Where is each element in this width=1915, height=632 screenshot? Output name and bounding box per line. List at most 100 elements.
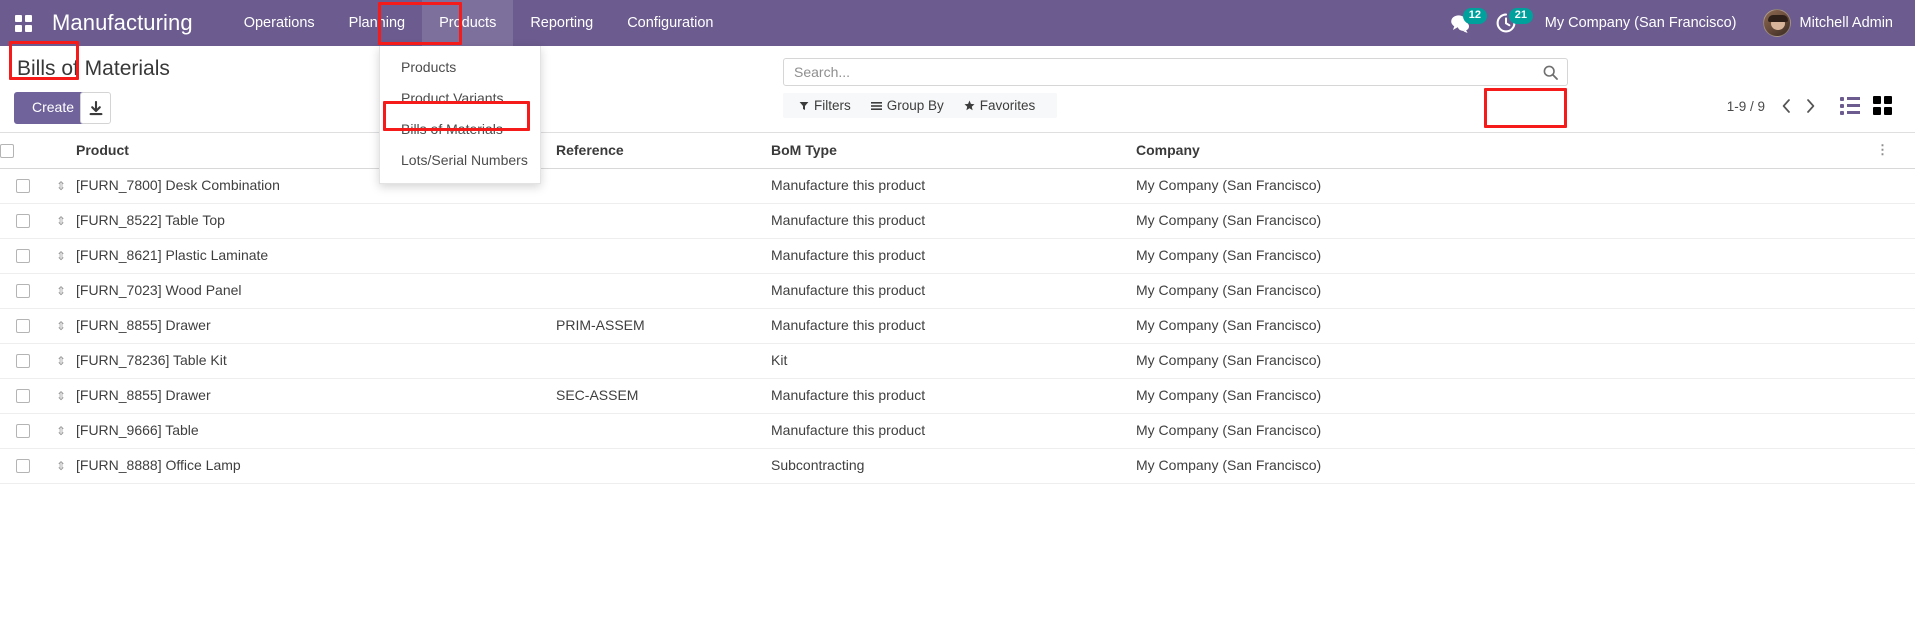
apps-menu-toggle[interactable] — [0, 0, 46, 46]
company-switcher[interactable]: My Company (San Francisco) — [1529, 15, 1753, 31]
dropdown-item-products[interactable]: Products — [380, 52, 540, 83]
row-select-cell — [0, 448, 46, 484]
search-input[interactable] — [784, 59, 1534, 85]
cell-product: [FURN_8855] Drawer — [76, 378, 556, 414]
column-header-reference[interactable]: Reference — [556, 133, 771, 169]
favorites-dropdown[interactable]: Favorites — [954, 96, 1046, 115]
cell-product: [FURN_8888] Office Lamp — [76, 448, 556, 484]
drag-handle-icon[interactable]: ⇕ — [56, 250, 66, 262]
filter-toolbar: Filters Group By Favorites — [783, 93, 1058, 118]
user-name-label: Mitchell Admin — [1799, 15, 1893, 31]
pager-previous-button[interactable] — [1775, 94, 1797, 118]
row-checkbox[interactable] — [16, 319, 30, 334]
row-checkbox[interactable] — [16, 459, 30, 474]
table-row[interactable]: ⇕ [FURN_8522] Table Top Manufacture this… — [0, 203, 1915, 239]
list-view-button[interactable] — [1833, 91, 1866, 120]
cell-company: My Company (San Francisco) — [1136, 238, 1876, 274]
table-row[interactable]: ⇕ [FURN_8855] Drawer SEC-ASSEM Manufactu… — [0, 378, 1915, 414]
group-by-bars-icon — [870, 101, 882, 110]
row-checkbox[interactable] — [16, 389, 30, 404]
row-checkbox[interactable] — [16, 284, 30, 299]
select-all-checkbox[interactable] — [0, 143, 14, 158]
cell-reference — [556, 203, 771, 239]
menu-item-reporting[interactable]: Reporting — [513, 0, 610, 46]
drag-handle-icon[interactable]: ⇕ — [56, 285, 66, 297]
drag-handle-icon[interactable]: ⇕ — [56, 180, 66, 192]
row-handle-cell: ⇕ — [46, 343, 76, 379]
search-bar[interactable] — [783, 58, 1568, 86]
row-select-cell — [0, 378, 46, 414]
drag-handle-icon[interactable]: ⇕ — [56, 215, 66, 227]
cell-company: My Company (San Francisco) — [1136, 273, 1876, 309]
row-spacer-cell — [1876, 343, 1915, 379]
search-button[interactable] — [1534, 65, 1567, 80]
table-row[interactable]: ⇕ [FURN_7023] Wood Panel Manufacture thi… — [0, 273, 1915, 309]
cell-reference — [556, 168, 771, 204]
menu-item-configuration[interactable]: Configuration — [610, 0, 730, 46]
cell-reference — [556, 238, 771, 274]
row-select-cell — [0, 238, 46, 274]
pager: 1-9 / 9 — [1727, 92, 1821, 120]
dropdown-item-product-variants[interactable]: Product Variants — [380, 83, 540, 114]
column-header-company[interactable]: Company — [1136, 133, 1876, 169]
table-row[interactable]: ⇕ [FURN_8888] Office Lamp Subcontracting… — [0, 448, 1915, 484]
table-row[interactable]: ⇕ [FURN_9666] Table Manufacture this pro… — [0, 413, 1915, 449]
cell-product: [FURN_8522] Table Top — [76, 203, 556, 239]
cell-bom-type: Manufacture this product — [771, 238, 1136, 274]
messages-button[interactable]: 12 — [1437, 0, 1487, 46]
apps-grid-icon — [14, 14, 32, 32]
menu-item-planning[interactable]: Planning — [332, 0, 422, 46]
filters-dropdown[interactable]: Filters — [789, 96, 861, 115]
drag-handle-icon[interactable]: ⇕ — [56, 460, 66, 472]
menu-item-operations[interactable]: Operations — [227, 0, 332, 46]
row-checkbox[interactable] — [16, 179, 30, 194]
handle-header — [46, 133, 76, 169]
navbar-right-zone: 12 21 My Company (San Francisco) Mitchel… — [1437, 0, 1915, 46]
row-spacer-cell — [1876, 238, 1915, 274]
table-row[interactable]: ⇕ [FURN_8855] Drawer PRIM-ASSEM Manufact… — [0, 308, 1915, 344]
row-handle-cell: ⇕ — [46, 448, 76, 484]
cell-bom-type: Kit — [771, 343, 1136, 379]
dropdown-item-bills-of-materials[interactable]: Bills of Materials — [380, 114, 540, 145]
dropdown-item-lots-serial-numbers[interactable]: Lots/Serial Numbers — [380, 145, 540, 176]
cell-company: My Company (San Francisco) — [1136, 343, 1876, 379]
import-button[interactable] — [80, 92, 111, 124]
cell-bom-type: Subcontracting — [771, 448, 1136, 484]
group-by-dropdown[interactable]: Group By — [861, 96, 954, 115]
row-handle-cell: ⇕ — [46, 168, 76, 204]
cell-company: My Company (San Francisco) — [1136, 413, 1876, 449]
menu-item-products[interactable]: Products — [422, 0, 514, 46]
column-header-bom-type[interactable]: BoM Type — [771, 133, 1136, 169]
activities-count-badge: 21 — [1508, 8, 1533, 24]
filters-label: Filters — [814, 98, 851, 113]
view-switcher — [1833, 91, 1899, 120]
page-title: Bills of Materials — [17, 57, 170, 80]
cell-reference — [556, 343, 771, 379]
user-menu[interactable]: Mitchell Admin — [1753, 9, 1901, 37]
row-spacer-cell — [1876, 378, 1915, 414]
cell-product: [FURN_78236] Table Kit — [76, 343, 556, 379]
cell-product: [FURN_9666] Table — [76, 413, 556, 449]
table-row[interactable]: ⇕ [FURN_8621] Plastic Laminate Manufactu… — [0, 238, 1915, 274]
table-header-row: Product Reference BoM Type Company ⋮ — [0, 133, 1915, 169]
row-spacer-cell — [1876, 168, 1915, 204]
drag-handle-icon[interactable]: ⇕ — [56, 320, 66, 332]
drag-handle-icon[interactable]: ⇕ — [56, 425, 66, 437]
row-handle-cell: ⇕ — [46, 378, 76, 414]
row-checkbox[interactable] — [16, 354, 30, 369]
pager-next-button[interactable] — [1799, 94, 1821, 118]
cell-company: My Company (San Francisco) — [1136, 203, 1876, 239]
kanban-view-button[interactable] — [1866, 91, 1899, 120]
drag-handle-icon[interactable]: ⇕ — [56, 390, 66, 402]
drag-handle-icon[interactable]: ⇕ — [56, 355, 66, 367]
table-row[interactable]: ⇕ [FURN_7800] Desk Combination Manufactu… — [0, 168, 1915, 204]
row-checkbox[interactable] — [16, 249, 30, 264]
table-row[interactable]: ⇕ [FURN_78236] Table Kit Kit My Company … — [0, 343, 1915, 379]
list-view-icon — [1840, 97, 1860, 115]
optional-columns-header[interactable]: ⋮ — [1876, 133, 1915, 169]
activities-button[interactable]: 21 — [1483, 0, 1533, 46]
control-panel: Bills of Materials Create Filters — [0, 46, 1915, 133]
group-by-label: Group By — [886, 98, 944, 113]
row-checkbox[interactable] — [16, 424, 30, 439]
row-checkbox[interactable] — [16, 214, 30, 229]
